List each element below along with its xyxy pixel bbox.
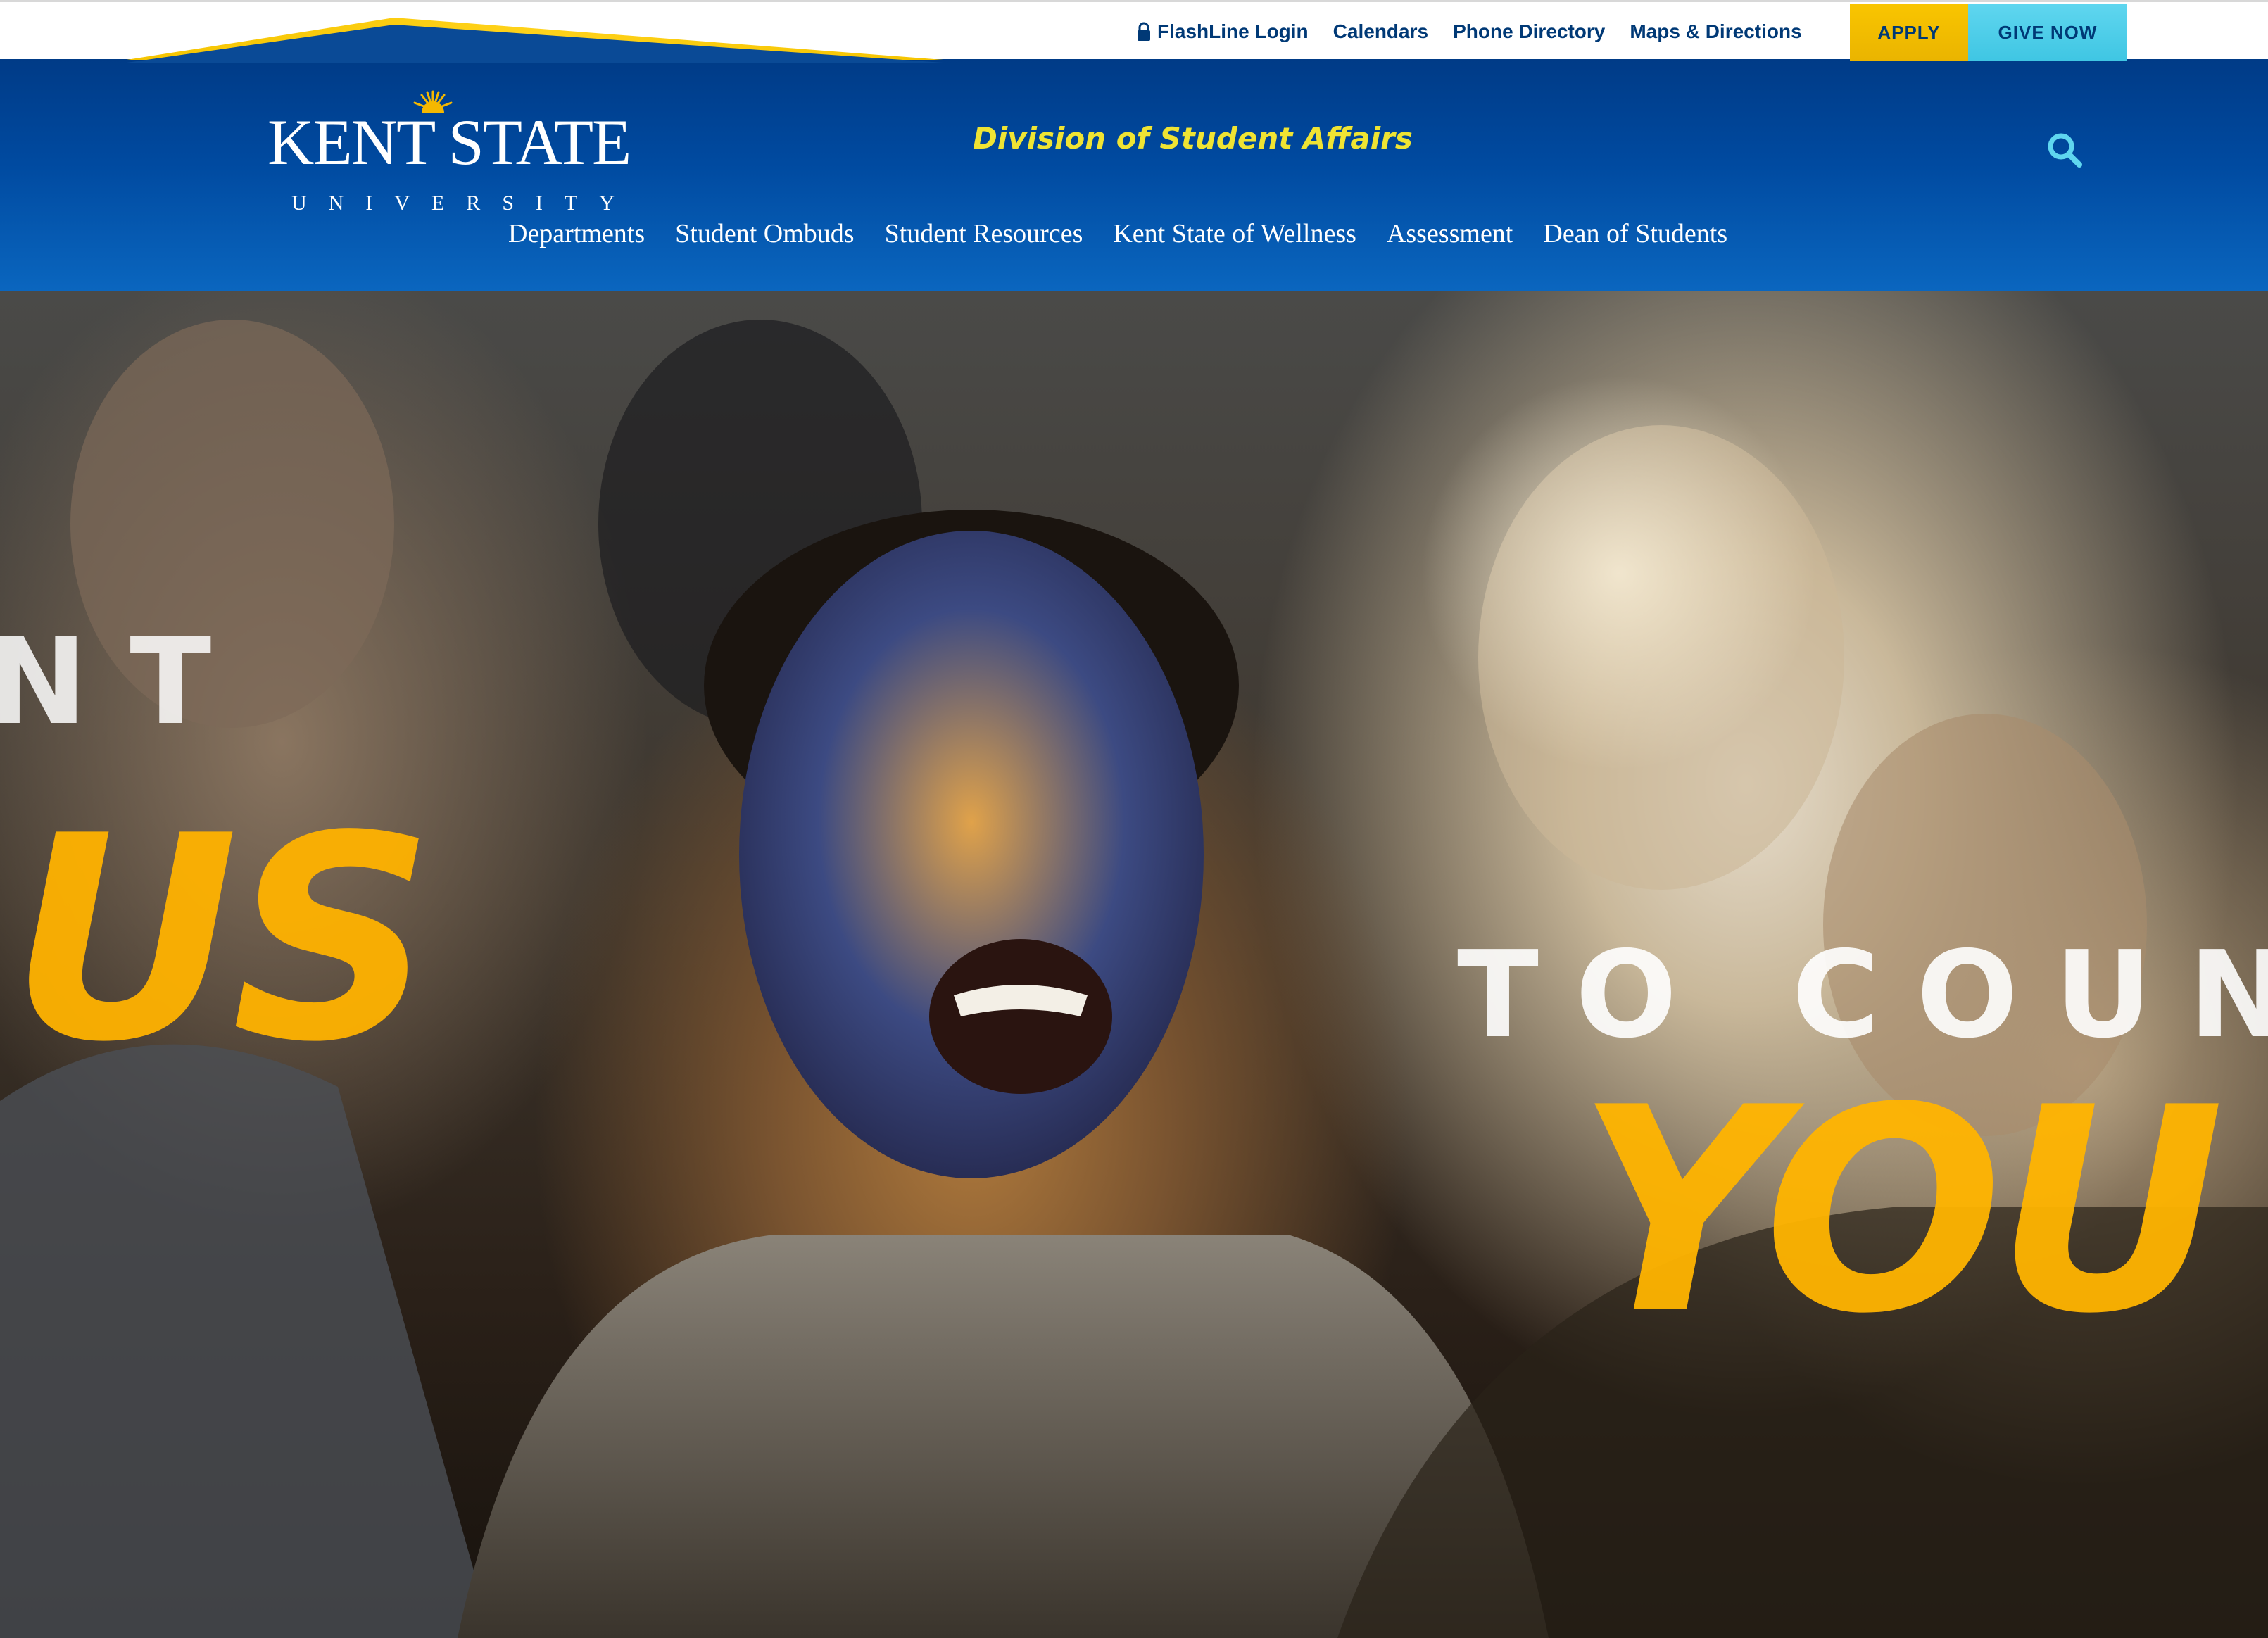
site-header: KENT STATE UNIVERSITY Division of Studen… <box>0 59 2268 291</box>
calendars-label: Calendars <box>1333 20 1429 42</box>
lock-icon <box>1138 22 1150 41</box>
give-now-label: GIVE NOW <box>1998 22 2098 43</box>
hero-text-us: US <box>10 776 434 1104</box>
utility-links: FlashLine Login Calendars Phone Director… <box>1136 2 1827 61</box>
give-now-button[interactable]: GIVE NOW <box>1968 4 2127 61</box>
logo-subtitle: UNIVERSITY <box>291 191 636 215</box>
apply-button[interactable]: APPLY <box>1850 4 1968 61</box>
phone-directory-link[interactable]: Phone Directory <box>1453 20 1605 43</box>
maps-directions-label: Maps & Directions <box>1630 20 1802 42</box>
calendars-link[interactable]: Calendars <box>1333 20 1428 43</box>
nav-item-departments[interactable]: Departments <box>508 218 645 249</box>
nav-item-student-ombuds[interactable]: Student Ombuds <box>675 218 854 249</box>
nav-item-dean-of-students[interactable]: Dean of Students <box>1543 218 1727 249</box>
main-navigation: Departments Student Ombuds Student Resou… <box>508 218 1758 249</box>
hero-text-you: YOU <box>1577 1048 2224 1375</box>
search-icon[interactable] <box>2046 131 2084 169</box>
flashline-login-link[interactable]: FlashLine Login <box>1136 20 1309 43</box>
hero-text-nt: NT <box>0 612 254 752</box>
logo-wordmark: KENT STATE <box>267 106 631 178</box>
hero-text-to-count: TO COUN <box>1457 926 2268 1065</box>
utility-bar: FlashLine Login Calendars Phone Director… <box>0 0 2268 63</box>
hero-banner: NT US TO COUN YOU <box>0 291 2268 1638</box>
phone-directory-label: Phone Directory <box>1453 20 1606 42</box>
brand-swoosh <box>127 18 943 63</box>
maps-directions-link[interactable]: Maps & Directions <box>1630 20 1801 43</box>
nav-item-kent-state-of-wellness[interactable]: Kent State of Wellness <box>1113 218 1356 249</box>
nav-item-student-resources[interactable]: Student Resources <box>885 218 1083 249</box>
kent-state-logo[interactable]: KENT STATE UNIVERSITY <box>267 89 631 214</box>
apply-label: APPLY <box>1877 22 1941 43</box>
flashline-login-label: FlashLine Login <box>1157 20 1309 42</box>
division-title[interactable]: Division of Student Affairs <box>973 121 1413 156</box>
nav-item-assessment[interactable]: Assessment <box>1387 218 1513 249</box>
